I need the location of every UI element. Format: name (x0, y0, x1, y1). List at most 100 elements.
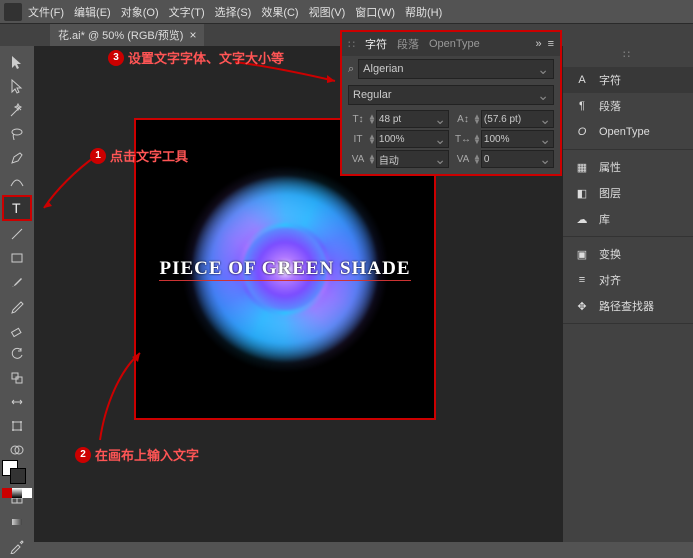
panel-item-paragraph[interactable]: ¶段落 (563, 93, 693, 119)
curvature-tool[interactable] (4, 171, 30, 193)
annotation-text: 点击文字工具 (110, 146, 188, 165)
shaper-tool[interactable] (4, 295, 30, 317)
tab-paragraph[interactable]: 段落 (397, 36, 419, 52)
search-icon: ⌕ (348, 63, 354, 76)
panel-item-layers[interactable]: ◧图层 (563, 180, 693, 206)
paintbrush-tool[interactable] (4, 271, 30, 293)
stepper-icon[interactable]: ▲▼ (368, 154, 376, 164)
shape-builder-tool[interactable] (4, 439, 30, 461)
canvas-text[interactable]: PIECE OF GREEN SHADE (159, 258, 410, 281)
opentype-icon: O (573, 124, 591, 140)
direct-selection-tool[interactable] (4, 75, 30, 97)
panel-menu-icon[interactable]: ≡ (548, 38, 554, 50)
line-tool[interactable] (4, 223, 30, 245)
layers-icon: ◧ (573, 185, 591, 201)
menu-edit[interactable]: 编辑(E) (74, 4, 111, 20)
eraser-tool[interactable] (4, 319, 30, 341)
hscale-icon: T↔ (453, 130, 473, 148)
paragraph-icon: ¶ (573, 98, 591, 114)
app-logo (4, 3, 22, 21)
tracking-input[interactable]: 0⌄ (481, 150, 554, 168)
annotation-text: 设置文字字体、文字大小等 (128, 48, 284, 67)
panel-item-character[interactable]: A字符 (563, 67, 693, 93)
menu-file[interactable]: 文件(F) (28, 4, 64, 20)
stepper-icon[interactable]: ▲▼ (368, 114, 376, 124)
pathfinder-icon: ✥ (573, 298, 591, 314)
right-panel-dock: ∷ A字符 ¶段落 OOpenType ▦属性 ◧图层 ☁库 ▣变换 ≡对齐 ✥… (563, 46, 693, 542)
eyedropper-tool[interactable] (4, 535, 30, 557)
menu-window[interactable]: 窗口(W) (355, 4, 395, 20)
none-mode-icon[interactable] (22, 488, 32, 498)
type-tool[interactable]: T (2, 195, 32, 221)
character-icon: A (573, 72, 591, 88)
panel-item-libraries[interactable]: ☁库 (563, 206, 693, 232)
vscale-input[interactable]: 100%⌄ (376, 130, 449, 148)
annotation-3: 3 设置文字字体、文字大小等 (108, 48, 284, 67)
leading-input[interactable]: (57.6 pt)⌄ (481, 110, 554, 128)
stroke-swatch[interactable] (10, 468, 26, 484)
stepper-icon[interactable]: ▲▼ (473, 154, 481, 164)
properties-icon: ▦ (573, 159, 591, 175)
font-size-input[interactable]: 48 pt⌄ (376, 110, 449, 128)
menu-type[interactable]: 文字(T) (169, 4, 205, 20)
stepper-icon[interactable]: ▲▼ (473, 134, 481, 144)
leading-icon: A↕ (453, 110, 473, 128)
annotation-badge: 2 (75, 447, 91, 463)
gradient-tool[interactable] (4, 511, 30, 533)
font-style-value: Regular (353, 89, 392, 101)
annotation-badge: 3 (108, 50, 124, 66)
magic-wand-tool[interactable] (4, 99, 30, 121)
panel-item-properties[interactable]: ▦属性 (563, 154, 693, 180)
menu-view[interactable]: 视图(V) (309, 4, 346, 20)
menu-effect[interactable]: 效果(C) (261, 4, 298, 20)
free-transform-tool[interactable] (4, 415, 30, 437)
scale-tool[interactable] (4, 367, 30, 389)
panel-grip-icon[interactable]: ∷ (563, 46, 693, 63)
stepper-icon[interactable]: ▲▼ (368, 134, 376, 144)
stepper-icon[interactable]: ▲▼ (473, 114, 481, 124)
tab-character[interactable]: 字符 (365, 36, 387, 52)
color-mode-icon[interactable] (2, 488, 12, 498)
tracking-icon: VA (453, 150, 473, 168)
close-tab-icon[interactable]: × (189, 28, 196, 42)
char-panel-tabs: ∷ 字符 段落 OpenType » ≡ (342, 32, 560, 56)
chevron-down-icon: ⌄ (537, 87, 549, 104)
color-swatches (2, 460, 32, 498)
menu-bar: 文件(F) 编辑(E) 对象(O) 文字(T) 选择(S) 效果(C) 视图(V… (0, 0, 693, 24)
menu-help[interactable]: 帮助(H) (405, 4, 442, 20)
annotation-text: 在画布上输入文字 (95, 445, 199, 464)
tab-opentype[interactable]: OpenType (429, 38, 480, 50)
panel-item-align[interactable]: ≡对齐 (563, 267, 693, 293)
selection-tool[interactable] (4, 51, 30, 73)
svg-text:T: T (12, 200, 21, 216)
transform-icon: ▣ (573, 246, 591, 262)
align-icon: ≡ (573, 272, 591, 288)
menu-select[interactable]: 选择(S) (215, 4, 252, 20)
menu-object[interactable]: 对象(O) (121, 4, 159, 20)
hscale-input[interactable]: 100%⌄ (481, 130, 554, 148)
panel-item-opentype[interactable]: OOpenType (563, 119, 693, 145)
panel-item-pathfinder[interactable]: ✥路径查找器 (563, 293, 693, 319)
font-style-select[interactable]: Regular ⌄ (348, 85, 554, 105)
lasso-tool[interactable] (4, 123, 30, 145)
annotation-2: 2 在画布上输入文字 (75, 445, 199, 464)
vscale-icon: IT (348, 130, 368, 148)
width-tool[interactable] (4, 391, 30, 413)
chevron-down-icon: ⌄ (537, 61, 549, 78)
font-family-value: Algerian (363, 63, 403, 75)
fill-stroke-swatch[interactable] (2, 460, 26, 484)
pen-tool[interactable] (4, 147, 30, 169)
document-tab[interactable]: 花.ai* @ 50% (RGB/预览) × (50, 24, 204, 46)
annotation-badge: 1 (90, 148, 106, 164)
kerning-icon: VA (348, 150, 368, 168)
gradient-mode-icon[interactable] (12, 488, 22, 498)
rectangle-tool[interactable] (4, 247, 30, 269)
panel-more-icon[interactable]: » (535, 38, 541, 50)
panel-item-transform[interactable]: ▣变换 (563, 241, 693, 267)
font-family-select[interactable]: Algerian ⌄ (358, 59, 554, 79)
rotate-tool[interactable] (4, 343, 30, 365)
annotation-1: 1 点击文字工具 (90, 146, 188, 165)
kerning-input[interactable]: 自动⌄ (376, 150, 449, 168)
character-panel: ∷ 字符 段落 OpenType » ≡ ⌕ Algerian ⌄ Regula… (340, 30, 562, 176)
dock-grip-icon[interactable]: ∷ (348, 38, 355, 51)
